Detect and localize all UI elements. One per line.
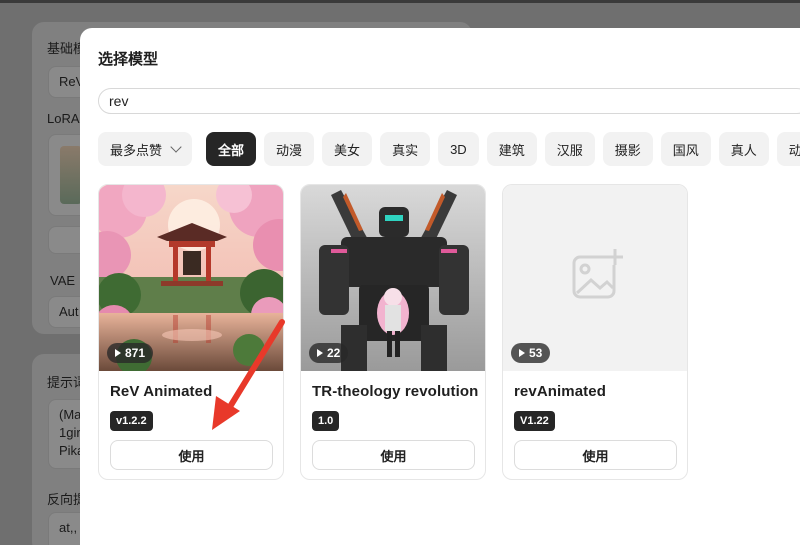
category-chip-realistic[interactable]: 真实	[380, 132, 431, 166]
use-button[interactable]: 使用	[514, 440, 677, 470]
use-button[interactable]: 使用	[312, 440, 475, 470]
model-name: revAnimated	[514, 383, 606, 400]
model-version-badge: v1.2.2	[110, 411, 153, 431]
model-version-badge: 1.0	[312, 411, 340, 431]
usage-count-badge: 53	[511, 343, 551, 363]
sort-label: 最多点赞	[110, 142, 163, 158]
model-card[interactable]: 53 revAnimated V1.22 使用	[502, 184, 688, 480]
sort-dropdown[interactable]: 最多点赞	[98, 132, 193, 166]
model-name: ReV Animated	[110, 383, 213, 400]
category-chip-photography[interactable]: 摄影	[602, 132, 653, 166]
usage-count-badge: 22	[309, 343, 349, 363]
category-chip-guofeng[interactable]: 国风	[660, 132, 711, 166]
usage-count-badge: 871	[107, 343, 154, 363]
category-chip-animal[interactable]: 动物	[776, 132, 800, 166]
play-icon	[317, 349, 323, 357]
filter-bar: 最多点赞 全部 动漫 美女 真实 3D 建筑 汉服 摄影 国风 真人 动物	[98, 132, 800, 166]
play-icon	[519, 349, 525, 357]
category-chip-3d[interactable]: 3D	[438, 132, 479, 166]
usage-count: 22	[327, 346, 341, 360]
modal-title: 选择模型	[98, 51, 159, 68]
category-chip-hanfu[interactable]: 汉服	[544, 132, 595, 166]
bg-lora-thumbnail	[60, 146, 82, 204]
model-version-badge: V1.22	[514, 411, 555, 431]
category-chip-real-person[interactable]: 真人	[718, 132, 769, 166]
play-icon	[115, 349, 121, 357]
model-name: TR-theology revolution	[312, 383, 479, 400]
bg-label-lora: LoRA	[47, 111, 80, 126]
category-chip-architecture[interactable]: 建筑	[486, 132, 537, 166]
category-chip-beauty[interactable]: 美女	[322, 132, 373, 166]
usage-count: 53	[529, 346, 543, 360]
model-card[interactable]: 871 ReV Animated v1.2.2 使用	[98, 184, 284, 480]
use-button[interactable]: 使用	[110, 440, 273, 470]
model-search-input[interactable]	[98, 88, 800, 114]
model-card[interactable]: 22 TR-theology revolution 1.0 使用	[300, 184, 486, 480]
category-chip-all[interactable]: 全部	[206, 132, 257, 166]
bg-label-vae: VAE	[50, 273, 76, 288]
chevron-down-icon	[170, 141, 182, 153]
background-topbar	[0, 0, 800, 3]
select-model-modal: 选择模型 最多点赞 全部 动漫 美女 真实 3D 建筑 汉服 摄影 国风 真人 …	[80, 28, 800, 545]
usage-count: 871	[125, 346, 146, 360]
category-chip-anime[interactable]: 动漫	[264, 132, 315, 166]
